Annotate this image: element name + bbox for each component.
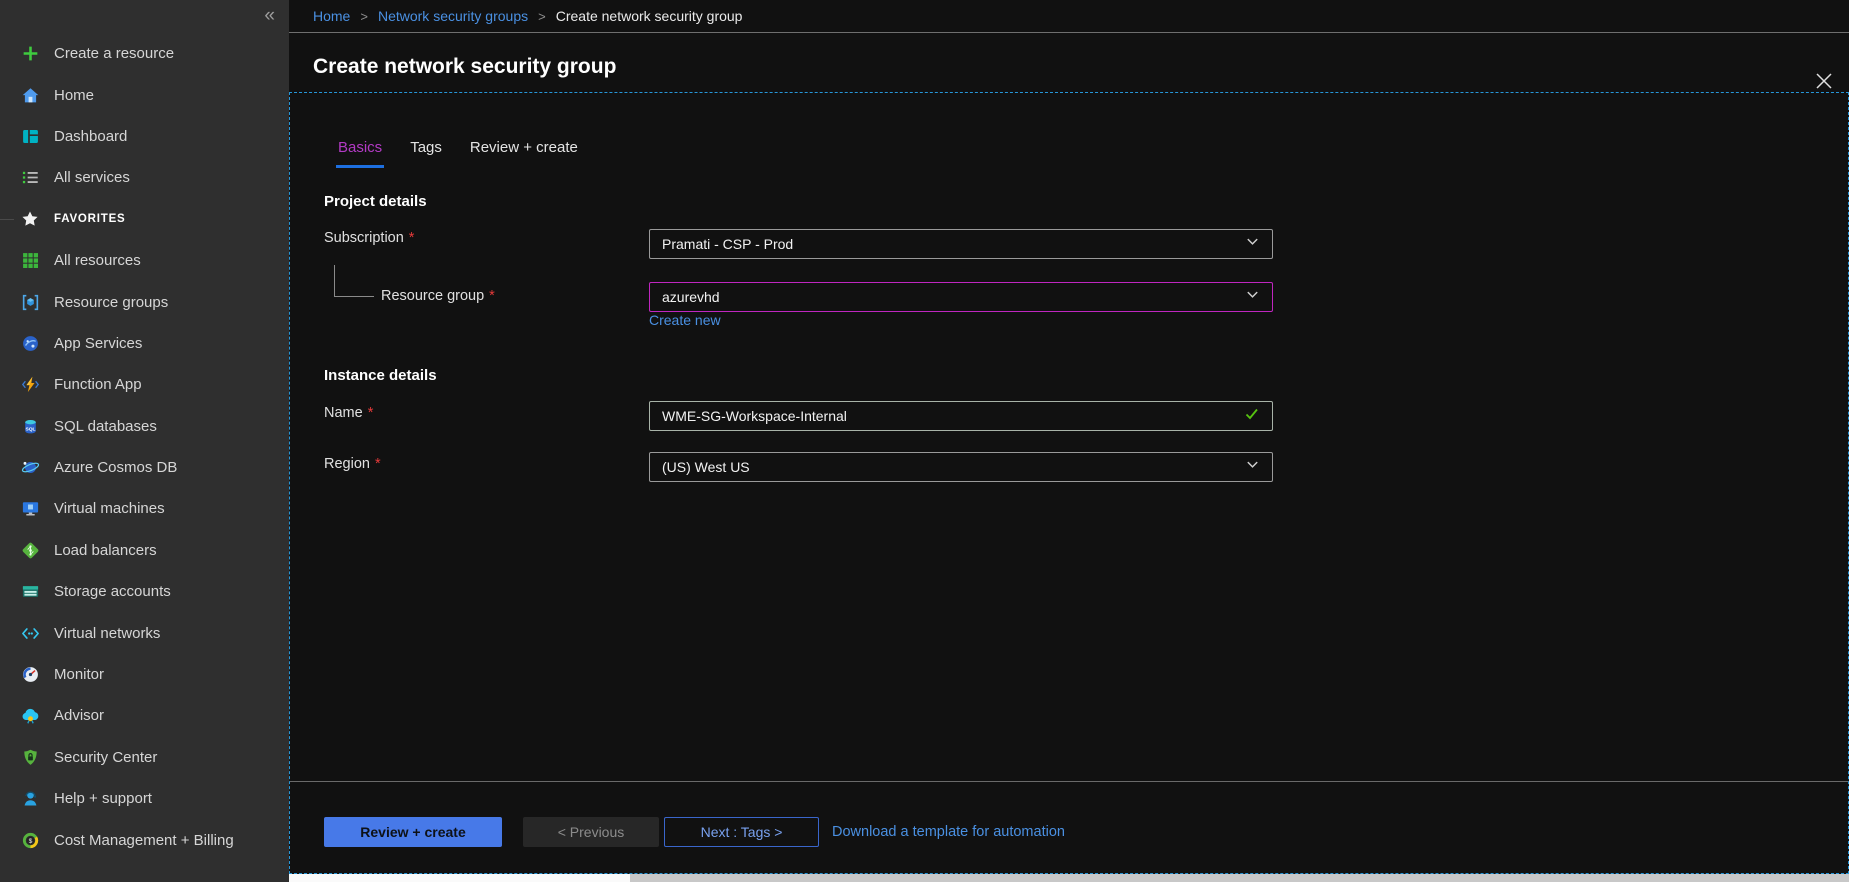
home-icon <box>20 85 40 105</box>
app-services-icon <box>20 333 40 353</box>
chevron-down-icon <box>1245 287 1260 307</box>
region-dropdown[interactable]: (US) West US <box>649 452 1273 482</box>
sidebar-item-resource-groups[interactable]: Resource groups <box>0 281 289 322</box>
sidebar-item-home[interactable]: Home <box>0 74 289 115</box>
monitor-icon <box>20 665 40 685</box>
download-template-link[interactable]: Download a template for automation <box>832 824 1065 840</box>
previous-button[interactable]: < Previous <box>523 817 659 847</box>
required-asterisk: * <box>409 230 415 246</box>
all-services-list-icon <box>20 168 40 188</box>
resource-group-dropdown[interactable]: azurevhd <box>649 282 1273 312</box>
tree-connector <box>334 296 374 297</box>
tab-basics[interactable]: Basics <box>336 137 384 168</box>
scrollbar-thumb[interactable] <box>289 874 630 882</box>
next-tags-button[interactable]: Next : Tags > <box>664 817 819 847</box>
chevron-down-icon <box>1245 457 1260 477</box>
sidebar: « Create a resource Home Dashboard <box>0 0 289 882</box>
resource-groups-icon <box>20 292 40 312</box>
tab-review-create[interactable]: Review + create <box>468 137 580 168</box>
sidebar-item-cost-management-billing[interactable]: $ Cost Management + Billing <box>0 819 289 860</box>
required-asterisk: * <box>368 405 374 421</box>
sidebar-item-security-center[interactable]: Security Center <box>0 737 289 778</box>
required-asterisk: * <box>489 288 495 304</box>
sidebar-item-storage-accounts[interactable]: Storage accounts <box>0 571 289 612</box>
required-asterisk: * <box>375 456 381 472</box>
sidebar-item-all-resources[interactable]: All resources <box>0 240 289 281</box>
sidebar-item-monitor[interactable]: Monitor <box>0 654 289 695</box>
help-support-icon <box>20 789 40 809</box>
valid-check-icon <box>1244 406 1260 427</box>
review-create-button[interactable]: Review + create <box>324 817 502 847</box>
breadcrumb-separator-icon: > <box>538 9 546 24</box>
sidebar-item-virtual-machines[interactable]: Virtual machines <box>0 488 289 529</box>
storage-accounts-icon <box>20 582 40 602</box>
security-center-icon <box>20 747 40 767</box>
dashboard-icon <box>20 126 40 146</box>
svg-text:SQL: SQL <box>25 426 35 432</box>
sidebar-item-app-services[interactable]: App Services <box>0 323 289 364</box>
sidebar-item-dashboard[interactable]: Dashboard <box>0 116 289 157</box>
create-new-link[interactable]: Create new <box>649 312 721 328</box>
function-app-icon <box>20 375 40 395</box>
breadcrumb-home-link[interactable]: Home <box>313 8 350 24</box>
svg-text:$: $ <box>28 837 32 844</box>
all-resources-grid-icon <box>20 251 40 271</box>
close-icon[interactable] <box>1815 72 1833 90</box>
create-nsg-panel: Basics Tags Review + create Project deta… <box>289 92 1849 874</box>
sidebar-item-load-balancers[interactable]: Load balancers <box>0 530 289 571</box>
breadcrumb-current: Create network security group <box>556 8 743 24</box>
sql-databases-icon: SQL <box>20 416 40 436</box>
sidebar-item-function-app[interactable]: Function App <box>0 364 289 405</box>
chevron-down-icon <box>1245 234 1260 254</box>
sidebar-list: Create a resource Home Dashboard All ser… <box>0 33 289 861</box>
instance-details-heading: Instance details <box>324 367 437 384</box>
collapse-sidebar-icon[interactable]: « <box>264 6 275 25</box>
page-header: Create network security group <box>289 34 1849 92</box>
sidebar-item-advisor[interactable]: Advisor <box>0 695 289 736</box>
cosmos-db-icon <box>20 458 40 478</box>
project-details-heading: Project details <box>324 193 427 210</box>
page-title: Create network security group <box>313 55 616 79</box>
create-resource-plus-icon <box>20 44 40 64</box>
sidebar-item-virtual-networks[interactable]: Virtual networks <box>0 612 289 653</box>
sidebar-item-help-support[interactable]: Help + support <box>0 778 289 819</box>
sidebar-item-sql-databases[interactable]: SQL SQL databases <box>0 406 289 447</box>
virtual-machines-icon <box>20 499 40 519</box>
cost-management-icon: $ <box>20 830 40 850</box>
resource-group-label: Resource group* <box>381 288 495 304</box>
tree-connector <box>334 265 335 296</box>
region-label: Region* <box>324 456 381 472</box>
tab-bar: Basics Tags Review + create <box>336 137 580 168</box>
footer-divider <box>290 781 1848 782</box>
virtual-networks-icon <box>20 623 40 643</box>
sidebar-item-azure-cosmos-db[interactable]: Azure Cosmos DB <box>0 447 289 488</box>
load-balancers-icon <box>20 540 40 560</box>
sidebar-item-all-services[interactable]: All services <box>0 157 289 198</box>
advisor-icon <box>20 706 40 726</box>
favorites-star-icon <box>20 209 40 229</box>
subscription-label: Subscription* <box>324 230 414 246</box>
name-input[interactable]: WME-SG-Workspace-Internal <box>649 401 1273 431</box>
horizontal-scrollbar[interactable] <box>289 874 1849 882</box>
name-label: Name* <box>324 405 373 421</box>
breadcrumb-separator-icon: > <box>360 9 368 24</box>
tab-tags[interactable]: Tags <box>408 137 444 168</box>
azure-portal: « Create a resource Home Dashboard <box>0 0 1849 882</box>
breadcrumb: Home > Network security groups > Create … <box>289 0 1849 33</box>
sidebar-item-create-a-resource[interactable]: Create a resource <box>0 33 289 74</box>
sidebar-section-favorites: FAVORITES <box>0 199 289 240</box>
breadcrumb-nsg-link[interactable]: Network security groups <box>378 8 528 24</box>
subscription-dropdown[interactable]: Pramati - CSP - Prod <box>649 229 1273 259</box>
